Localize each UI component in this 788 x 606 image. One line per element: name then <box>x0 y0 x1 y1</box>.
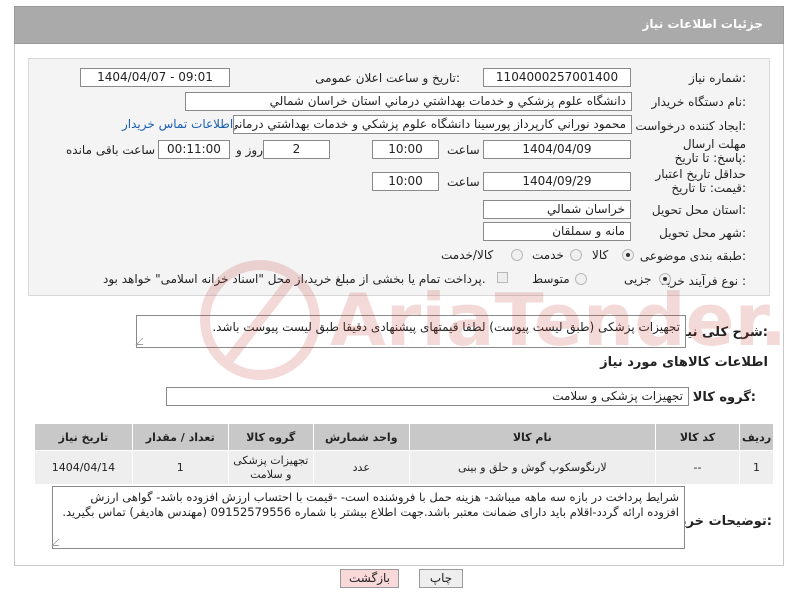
resize-handle-icon[interactable] <box>135 338 150 345</box>
cell-name: لارنگوسکوپ گوش و حلق و بینی <box>408 450 656 485</box>
goods-section-title: اطلاعات کالاهای مورد نیاز <box>600 355 768 370</box>
page-title: جزئیات اطلاعات نیاز <box>642 17 763 31</box>
treasury-checkbox[interactable] <box>497 272 508 283</box>
category-radio-service[interactable] <box>570 249 582 261</box>
cell-code: -- <box>654 450 741 485</box>
remaining-label: ساعت باقی مانده <box>66 143 156 157</box>
page-header: جزئیات اطلاعات نیاز <box>14 6 784 44</box>
days-label: روز و <box>236 143 263 157</box>
process-option-medium: متوسط <box>532 272 570 286</box>
validity-time-field[interactable]: 10:00 <box>372 172 439 191</box>
col-date: تاریخ نیاز <box>34 423 133 451</box>
table-row[interactable]: 1 -- لارنگوسکوپ گوش و حلق و بینی عدد تجه… <box>34 450 774 485</box>
buyer-notes-text: شرایط پرداخت در بازه سه ماهه میباشد- هزی… <box>62 490 679 519</box>
process-radio-minor[interactable] <box>659 273 671 285</box>
cell-quantity: 1 <box>131 450 229 485</box>
col-unit: واحد شمارش <box>312 423 410 451</box>
province-label: استان محل تحویل: <box>651 203 746 217</box>
need-number-field[interactable]: 1104000257001400 <box>483 68 631 87</box>
category-option-goods: کالا <box>592 248 609 262</box>
category-option-both: کالا/خدمت <box>441 248 494 262</box>
province-field[interactable]: خراسان شمالي <box>483 200 631 219</box>
resize-handle-icon[interactable] <box>51 539 66 546</box>
description-text: تجهیزات پزشکی (طبق لیست پیوست) لطفا قیمت… <box>212 320 680 334</box>
creator-label: ایجاد کننده درخواست: <box>635 119 746 133</box>
need-number-label: شماره نیاز: <box>688 71 746 85</box>
announce-field[interactable]: 1404/04/07 - 09:01 <box>80 68 230 87</box>
deadline-label: مهلت ارسال پاسخ: تا تاریخ: <box>674 137 746 165</box>
description-label: شرح کلی نیاز: <box>674 325 768 340</box>
col-name: نام کالا <box>408 423 656 451</box>
city-field[interactable]: مانه و سملقان <box>483 222 631 241</box>
col-code: کد کالا <box>654 423 741 451</box>
buyer-label: نام دستگاه خریدار: <box>651 95 747 109</box>
col-quantity: تعداد / مقدار <box>131 423 229 451</box>
cell-date: 1404/04/14 <box>34 450 133 485</box>
goods-group-field[interactable]: تجهیزات پزشکی و سلامت <box>166 387 689 406</box>
deadline-time-label: ساعت <box>447 143 480 157</box>
goods-table: ردیف کد کالا نام کالا واحد شمارش گروه کا… <box>34 423 774 485</box>
deadline-date-field[interactable]: 1404/04/09 <box>483 140 631 159</box>
validity-label: حداقل تاریخ اعتبار قیمت: تا تاریخ: <box>655 167 746 195</box>
deadline-time-field[interactable]: 10:00 <box>372 140 439 159</box>
announce-label: تاریخ و ساعت اعلان عمومی: <box>315 71 460 85</box>
validity-date-field[interactable]: 1404/09/29 <box>483 172 631 191</box>
process-label: نوع فرآیند خرید : <box>661 274 746 288</box>
creator-field[interactable]: محمود نوراني کارپرداز پورسينا دانشگاه عل… <box>233 115 632 134</box>
buyer-field[interactable]: دانشگاه علوم پزشکي و خدمات بهداشتي درمان… <box>185 92 632 111</box>
category-radio-goods[interactable] <box>622 249 634 261</box>
print-button[interactable]: چاپ <box>419 569 463 588</box>
buyer-notes-textarea[interactable]: شرایط پرداخت در بازه سه ماهه میباشد- هزی… <box>51 486 685 549</box>
payment-note: پرداخت تمام یا بخشی از مبلغ خرید،از محل … <box>103 272 486 286</box>
cell-row: 1 <box>739 450 774 485</box>
col-row: ردیف <box>739 423 774 451</box>
process-option-minor: جزیی <box>624 272 652 286</box>
days-field[interactable]: 2 <box>263 140 330 159</box>
category-radio-both[interactable] <box>511 249 523 261</box>
city-label: شهر محل تحویل: <box>659 226 746 240</box>
remaining-time-field[interactable]: 00:11:00 <box>158 140 230 159</box>
cell-group: تجهیزات پزشکی و سلامت <box>227 450 314 485</box>
cell-unit: عدد <box>312 450 410 485</box>
goods-group-label: گروه کالا: <box>692 390 756 405</box>
back-button[interactable]: بازگشت <box>340 569 399 588</box>
goods-table-header: ردیف کد کالا نام کالا واحد شمارش گروه کا… <box>34 423 774 451</box>
description-textarea[interactable]: تجهیزات پزشکی (طبق لیست پیوست) لطفا قیمت… <box>135 315 686 348</box>
process-radio-medium[interactable] <box>575 273 587 285</box>
buyer-contact-link[interactable]: اطلاعات تماس خریدار <box>122 117 233 131</box>
validity-time-label: ساعت <box>447 175 480 189</box>
category-label: طبقه بندی موضوعی: <box>639 249 746 263</box>
col-group: گروه کالا <box>227 423 314 451</box>
category-option-service: خدمت <box>532 248 564 262</box>
